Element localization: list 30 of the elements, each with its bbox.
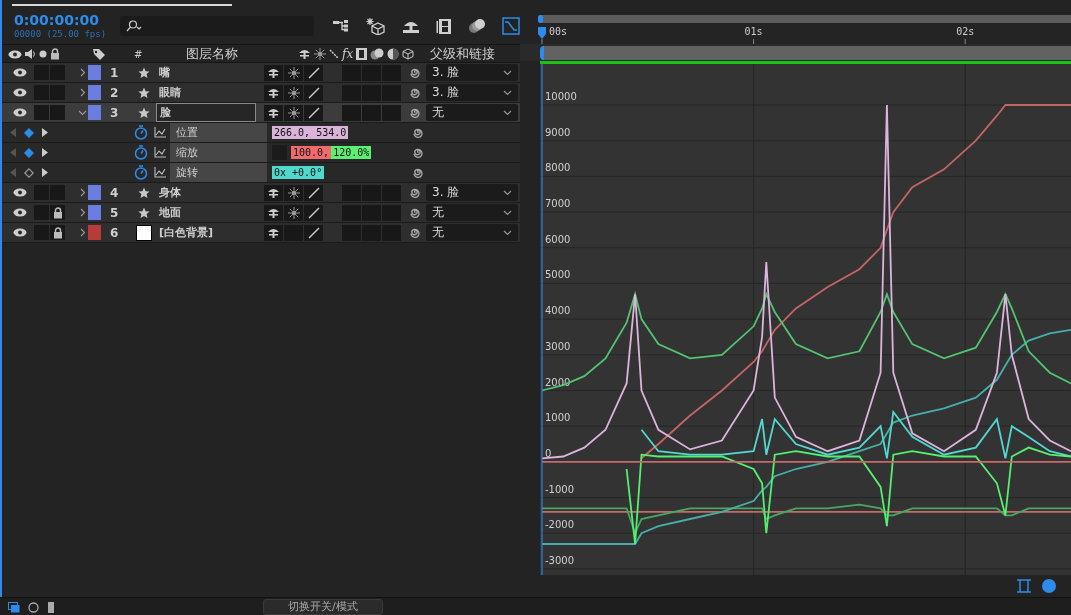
layer-number: 3 xyxy=(109,105,120,120)
frame-count: 00000 (25.00 fps) xyxy=(14,28,108,40)
axis-label: 9000 xyxy=(545,126,571,138)
parent-column-header: 父级和链接 xyxy=(429,45,496,63)
time-label: 02s xyxy=(956,26,975,37)
axis-label: 7000 xyxy=(545,198,571,210)
layer-number: 6 xyxy=(109,225,120,240)
layer-number: 2 xyxy=(109,85,120,100)
axis-label: 10000 xyxy=(545,91,577,103)
time-label: 00s xyxy=(549,26,568,37)
property-name: 旋转 xyxy=(170,163,267,182)
layer-number: 5 xyxy=(109,205,120,220)
axis-label: 3000 xyxy=(545,340,571,352)
axis-label: 5000 xyxy=(545,269,571,281)
axis-label: 1000 xyxy=(545,412,571,424)
axis-label: 6000 xyxy=(545,233,571,245)
property-name: 缩放 xyxy=(170,143,267,162)
layer-number: 1 xyxy=(109,65,120,80)
property-name: 位置 xyxy=(170,123,267,142)
layer-number: 4 xyxy=(109,185,120,200)
axis-label: -1000 xyxy=(545,483,575,495)
axis-label: 0 xyxy=(545,447,552,459)
axis-label: 8000 xyxy=(545,162,571,174)
number-column-header: # xyxy=(134,48,144,60)
axis-label: -2000 xyxy=(545,519,575,531)
layer-name-header: 图层名称 xyxy=(185,45,239,63)
axis-label: 4000 xyxy=(545,305,571,317)
axis-label: -3000 xyxy=(545,554,575,566)
time-label: 01s xyxy=(744,26,763,37)
effects-header: fx xyxy=(342,47,354,61)
